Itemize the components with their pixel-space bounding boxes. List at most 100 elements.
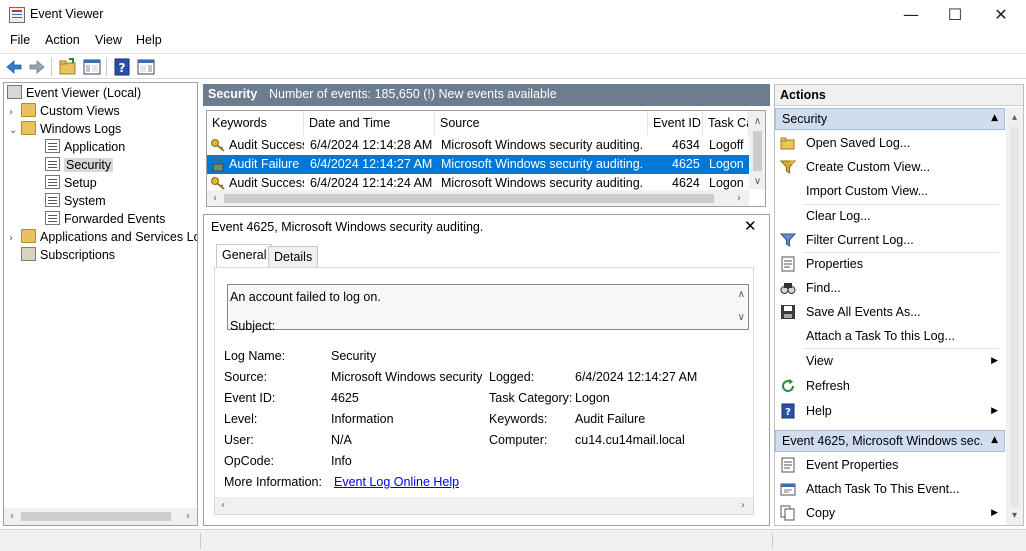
collapse-section-icon[interactable]: ▲ [991, 435, 998, 445]
tree-item-system[interactable]: System [45, 192, 106, 210]
actions-section-security[interactable]: Security ▲ [775, 108, 1005, 130]
scroll-up-icon[interactable]: ∧ [749, 113, 765, 130]
scroll-thumb[interactable] [224, 194, 714, 203]
action-copy[interactable]: Copy ▶ [775, 502, 1000, 524]
scroll-right-icon[interactable]: › [735, 497, 751, 514]
event-log-online-help-link[interactable]: Event Log Online Help [334, 475, 459, 489]
scroll-thumb[interactable] [1010, 127, 1019, 507]
open-folder-icon[interactable] [58, 57, 78, 77]
tree-item-windows-logs[interactable]: ⌄ Windows Logs [9, 120, 121, 138]
scroll-left-icon[interactable]: ‹ [215, 497, 231, 514]
scroll-right-icon[interactable]: › [731, 190, 747, 206]
events-horizontal-scrollbar[interactable]: ‹ › [207, 190, 749, 206]
collapse-section-icon[interactable]: ▲ [991, 113, 998, 123]
show-hide-tree-icon[interactable] [82, 57, 102, 77]
action-clear-log[interactable]: Clear Log... [775, 205, 1000, 227]
action-attach-task-to-event[interactable]: Attach Task To This Event... [775, 478, 1000, 500]
scroll-down-icon[interactable]: ∨ [738, 312, 745, 323]
copy-icon [780, 505, 795, 521]
scroll-right-icon[interactable]: › [180, 508, 196, 525]
tree-item-subscriptions[interactable]: Subscriptions [21, 246, 115, 264]
actions-title-bar: Actions [775, 85, 1023, 106]
column-header-event-id[interactable]: Event ID [648, 111, 703, 135]
scroll-up-icon[interactable]: ∧ [738, 289, 745, 300]
separator [803, 348, 999, 349]
show-hide-actions-icon[interactable] [136, 57, 156, 77]
action-attach-task-to-log[interactable]: Attach a Task To this Log... [775, 325, 1000, 347]
tab-details[interactable]: Details [268, 246, 319, 268]
log-header-bar: Security Number of events: 185,650 (!) N… [203, 84, 770, 106]
menu-file[interactable]: File [10, 33, 30, 47]
collapse-icon[interactable]: ⌄ [9, 122, 21, 140]
tree-item-application[interactable]: Application [45, 138, 125, 156]
toolbar: ? [0, 53, 1026, 79]
events-table: Keywords Date and Time Source Event ID T… [206, 110, 766, 207]
action-properties[interactable]: Properties [775, 253, 1000, 275]
svg-text:?: ? [785, 407, 791, 418]
help-icon[interactable]: ? [112, 57, 132, 77]
action-find[interactable]: Find... [775, 277, 1000, 299]
action-view[interactable]: View ▶ [775, 350, 1000, 372]
key-icon [211, 177, 225, 190]
find-icon [780, 283, 796, 294]
scroll-thumb[interactable] [753, 131, 762, 171]
action-event-properties[interactable]: Event Properties [775, 454, 1000, 476]
action-import-custom-view[interactable]: Import Custom View... [775, 180, 1000, 202]
save-icon [781, 305, 795, 319]
task-category-value: Logon [575, 391, 610, 405]
tree-item-forwarded-events[interactable]: Forwarded Events [45, 210, 165, 228]
expand-icon[interactable]: › [9, 230, 21, 248]
scroll-thumb[interactable] [21, 512, 171, 521]
tree-item-event-viewer-local[interactable]: Event Viewer (Local) [7, 84, 141, 102]
minimize-button[interactable]: — [888, 0, 934, 30]
close-button[interactable]: ✕ [978, 0, 1024, 30]
event-detail-title: Event 4625, Microsoft Windows security a… [211, 220, 484, 234]
column-header-source[interactable]: Source [435, 111, 648, 135]
action-refresh[interactable]: Refresh [775, 375, 1000, 397]
event-viewer-icon [7, 85, 22, 99]
submenu-arrow-icon: ▶ [991, 508, 998, 518]
action-save-all-events-as[interactable]: Save All Events As... [775, 301, 1000, 323]
event-description-box[interactable]: An account failed to log on. Subject: ∧ … [227, 284, 749, 333]
back-icon[interactable] [4, 57, 24, 77]
menu-help[interactable]: Help [136, 33, 162, 47]
column-header-date-time[interactable]: Date and Time [304, 111, 435, 135]
opcode-value: Info [331, 454, 352, 468]
menu-view[interactable]: View [95, 33, 122, 47]
scroll-left-icon[interactable]: ‹ [4, 508, 20, 525]
scroll-down-icon[interactable]: ∨ [749, 173, 765, 190]
close-detail-icon[interactable]: ✕ [744, 217, 757, 235]
tree-item-security[interactable]: Security [45, 156, 114, 174]
folder-icon [21, 121, 36, 135]
tab-general[interactable]: General [216, 244, 273, 268]
actions-section-event[interactable]: Event 4625, Microsoft Windows sec... ▲ [775, 430, 1005, 452]
menu-action[interactable]: Action [45, 33, 80, 47]
tree-horizontal-scrollbar[interactable]: ‹ › [4, 508, 197, 525]
scroll-up-icon[interactable]: ▴ [1006, 109, 1023, 126]
toolbar-separator [106, 58, 107, 76]
action-help[interactable]: ? Help ▶ [775, 400, 1000, 422]
scroll-left-icon[interactable]: ‹ [207, 190, 223, 206]
action-open-saved-log[interactable]: Open Saved Log... [775, 132, 1000, 154]
computer-value: cu14.cu14mail.local [575, 433, 685, 447]
forward-icon[interactable] [27, 57, 47, 77]
events-vertical-scrollbar[interactable]: ∧ ∨ [749, 111, 765, 190]
table-row[interactable]: Audit Failure 6/4/2024 12:14:27 AM Micro… [207, 155, 749, 174]
event-id-label: Event ID: [224, 391, 276, 405]
scroll-down-icon[interactable]: ▾ [1006, 507, 1023, 524]
column-header-keywords[interactable]: Keywords [207, 111, 304, 135]
action-filter-current-log[interactable]: Filter Current Log... [775, 229, 1000, 251]
tree-item-applications-and-services[interactable]: › Applications and Services Lo [9, 228, 197, 248]
table-row[interactable]: Audit Success 6/4/2024 12:14:28 AM Micro… [207, 136, 749, 155]
actions-vertical-scrollbar[interactable]: ▴ ▾ [1006, 107, 1023, 525]
source-value: Microsoft Windows security [331, 370, 483, 384]
action-create-custom-view[interactable]: Create Custom View... [775, 156, 1000, 178]
tree-item-setup[interactable]: Setup [45, 174, 97, 192]
logged-label: Logged: [489, 370, 535, 384]
status-divider [772, 533, 773, 549]
detail-horizontal-scrollbar[interactable]: ‹ › [215, 497, 753, 514]
column-header-task-category[interactable]: Task Ca [703, 111, 749, 135]
properties-icon [781, 256, 795, 272]
maximize-button[interactable]: ☐ [932, 0, 978, 30]
tree-item-custom-views[interactable]: › Custom Views [9, 102, 120, 120]
